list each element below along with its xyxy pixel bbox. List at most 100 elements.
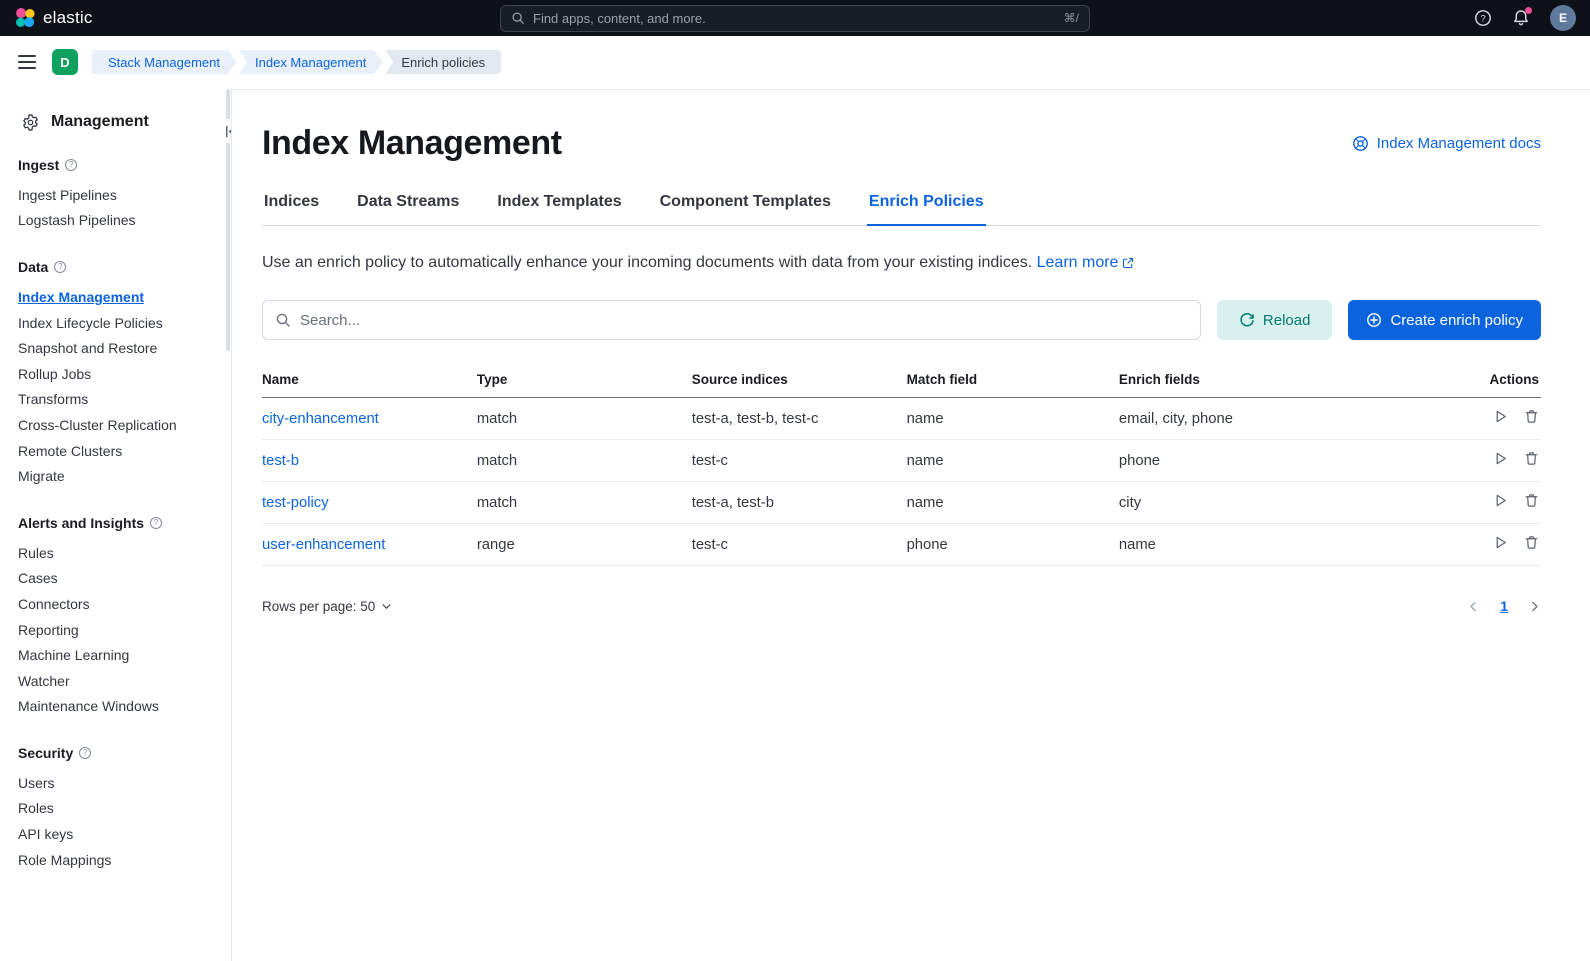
- info-icon: ?: [79, 747, 91, 759]
- column-header-name[interactable]: Name: [262, 366, 477, 398]
- policy-type-cell: match: [477, 482, 692, 524]
- sidebar-item-index-management[interactable]: Index Management: [18, 284, 215, 310]
- delete-policy-button[interactable]: [1524, 493, 1539, 508]
- plus-circle-icon: [1366, 312, 1382, 328]
- policy-name-link[interactable]: test-policy: [262, 495, 329, 511]
- svg-text:?: ?: [1480, 13, 1485, 24]
- policy-name-link[interactable]: user-enhancement: [262, 537, 385, 553]
- policy-name-link[interactable]: city-enhancement: [262, 411, 379, 427]
- sidebar-item-connectors[interactable]: Connectors: [18, 591, 215, 617]
- delete-policy-button[interactable]: [1524, 535, 1539, 550]
- play-icon: [1493, 409, 1508, 424]
- policy-type-cell: match: [477, 440, 692, 482]
- sidebar-item-watcher[interactable]: Watcher: [18, 668, 215, 694]
- breadcrumb-enrich-policies: Enrich policies: [385, 50, 501, 74]
- elastic-brand[interactable]: elastic: [14, 7, 314, 29]
- policy-search-box[interactable]: [262, 300, 1201, 340]
- breadcrumb-stack-management[interactable]: Stack Management: [92, 50, 236, 74]
- trash-icon: [1524, 535, 1539, 550]
- policy-type-cell: range: [477, 524, 692, 566]
- policy-enrich-fields-cell: city: [1119, 482, 1432, 524]
- sidebar-item-cross-cluster-replication[interactable]: Cross-Cluster Replication: [18, 412, 215, 438]
- sidebar-item-role-mappings[interactable]: Role Mappings: [18, 847, 215, 873]
- menu-toggle-button[interactable]: [16, 51, 38, 73]
- section-heading-label: Alerts and Insights: [18, 515, 144, 531]
- tab-enrich-policies[interactable]: Enrich Policies: [867, 193, 986, 225]
- execute-policy-button[interactable]: [1493, 409, 1508, 424]
- space-avatar[interactable]: D: [52, 49, 78, 75]
- previous-page-button[interactable]: [1467, 600, 1480, 613]
- section-heading: Ingest ?: [18, 157, 215, 173]
- global-search-input[interactable]: Find apps, content, and more. ⌘/: [500, 5, 1090, 32]
- sidebar-item-migrate[interactable]: Migrate: [18, 463, 215, 489]
- help-button[interactable]: ?: [1474, 9, 1492, 27]
- execute-policy-button[interactable]: [1493, 535, 1508, 550]
- delete-policy-button[interactable]: [1524, 451, 1539, 466]
- sidebar-item-remote-clusters[interactable]: Remote Clusters: [18, 438, 215, 464]
- breadcrumb: Stack Management Index Management Enrich…: [92, 50, 501, 74]
- execute-policy-button[interactable]: [1493, 451, 1508, 466]
- sidebar-item-ingest-pipelines[interactable]: Ingest Pipelines: [18, 182, 215, 208]
- topbar-actions: ? E: [1276, 5, 1576, 31]
- description-text: Use an enrich policy to automatically en…: [262, 254, 1032, 271]
- section-heading-label: Data: [18, 259, 48, 275]
- policy-search-input[interactable]: [300, 312, 1188, 329]
- docs-link-label: Index Management docs: [1377, 135, 1541, 152]
- policy-name-link[interactable]: test-b: [262, 453, 299, 469]
- sidebar-item-api-keys[interactable]: API keys: [18, 821, 215, 847]
- sidebar-item-snapshot-and-restore[interactable]: Snapshot and Restore: [18, 335, 215, 361]
- chevron-left-icon: [1467, 600, 1480, 613]
- sidebar-item-users[interactable]: Users: [18, 770, 215, 796]
- sidebar-item-machine-learning[interactable]: Machine Learning: [18, 642, 215, 668]
- next-page-button[interactable]: [1528, 600, 1541, 613]
- sidebar-item-index-lifecycle-policies[interactable]: Index Lifecycle Policies: [18, 310, 215, 336]
- column-header-source-indices[interactable]: Source indices: [692, 366, 907, 398]
- column-header-match-field[interactable]: Match field: [907, 366, 1119, 398]
- info-icon: ?: [54, 261, 66, 273]
- sidebar-header: Management: [16, 113, 215, 131]
- tab-index-templates[interactable]: Index Templates: [495, 193, 623, 225]
- column-header-enrich-fields[interactable]: Enrich fields: [1119, 366, 1432, 398]
- table-row: user-enhancement range test-c phone name: [262, 524, 1541, 566]
- sidebar-item-rollup-jobs[interactable]: Rollup Jobs: [18, 361, 215, 387]
- sidebar-item-rules[interactable]: Rules: [18, 540, 215, 566]
- learn-more-link[interactable]: Learn more: [1037, 254, 1135, 272]
- reload-button[interactable]: Reload: [1217, 300, 1333, 340]
- notification-badge-dot: [1525, 7, 1532, 14]
- page-layout: Management Ingest ? Ingest Pipelines Log…: [0, 88, 1590, 961]
- section-heading: Alerts and Insights ?: [18, 515, 215, 531]
- create-enrich-policy-button[interactable]: Create enrich policy: [1348, 300, 1541, 340]
- docs-link[interactable]: Index Management docs: [1352, 135, 1541, 152]
- section-heading: Data ?: [18, 259, 215, 275]
- sidebar-item-maintenance-windows[interactable]: Maintenance Windows: [18, 694, 215, 720]
- learn-more-label: Learn more: [1037, 254, 1119, 272]
- sidebar-collapse-button[interactable]: [219, 119, 232, 143]
- delete-policy-button[interactable]: [1524, 409, 1539, 424]
- column-header-actions: Actions: [1432, 366, 1541, 398]
- page-number-button[interactable]: 1: [1500, 598, 1508, 614]
- sidebar-item-transforms[interactable]: Transforms: [18, 387, 215, 413]
- play-icon: [1493, 535, 1508, 550]
- info-icon: ?: [150, 517, 162, 529]
- table-header-row: Name Type Source indices Match field Enr…: [262, 366, 1541, 398]
- sidebar-item-reporting[interactable]: Reporting: [18, 617, 215, 643]
- chevron-down-icon: [381, 601, 392, 612]
- sidebar-item-cases[interactable]: Cases: [18, 566, 215, 592]
- column-header-type[interactable]: Type: [477, 366, 692, 398]
- execute-policy-button[interactable]: [1493, 493, 1508, 508]
- tab-data-streams[interactable]: Data Streams: [355, 193, 461, 225]
- create-enrich-policy-label: Create enrich policy: [1390, 312, 1523, 329]
- rows-per-page-button[interactable]: Rows per page: 50: [262, 599, 392, 614]
- collapse-panel-icon: [224, 124, 233, 139]
- elastic-logo: [14, 7, 36, 29]
- breadcrumb-index-management[interactable]: Index Management: [239, 50, 382, 74]
- section-heading-label: Security: [18, 745, 73, 761]
- sidebar-item-roles[interactable]: Roles: [18, 796, 215, 822]
- policy-enrich-fields-cell: phone: [1119, 440, 1432, 482]
- sidebar-item-logstash-pipelines[interactable]: Logstash Pipelines: [18, 208, 215, 234]
- notifications-button[interactable]: [1512, 9, 1530, 27]
- tab-indices[interactable]: Indices: [262, 193, 321, 225]
- docs-icon: [1352, 135, 1369, 152]
- tab-component-templates[interactable]: Component Templates: [658, 193, 833, 225]
- user-avatar[interactable]: E: [1550, 5, 1576, 31]
